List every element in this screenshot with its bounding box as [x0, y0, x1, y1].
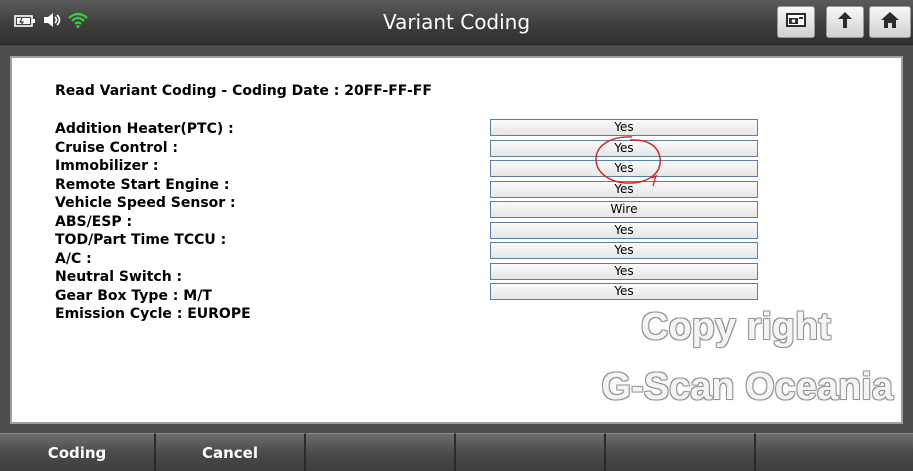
- coding-value-box: Yes: [490, 283, 758, 300]
- back-icon: [835, 11, 855, 33]
- back-button[interactable]: [826, 6, 864, 38]
- coding-label: Addition Heater(PTC) :: [55, 121, 234, 137]
- gear-box-type-text: Gear Box Type : M/T: [55, 287, 212, 304]
- coding-panel: Read Variant Coding - Coding Date : 20FF…: [10, 56, 903, 424]
- footer-bar: Coding Cancel: [0, 433, 913, 471]
- coding-label: Cruise Control :: [55, 139, 178, 156]
- watermark-brand: G-Scan Oceania: [601, 366, 893, 408]
- coding-label: Immobilizer :: [55, 158, 159, 174]
- coding-label: TOD/Part Time TCCU :: [55, 232, 227, 248]
- coding-label: Vehicle Speed Sensor :: [55, 195, 236, 211]
- footer-button-3[interactable]: [306, 433, 456, 471]
- coding-button[interactable]: Coding: [0, 433, 156, 471]
- screenshot-icon: [785, 12, 807, 32]
- footer-button-4[interactable]: [456, 433, 606, 471]
- coding-value-box: Yes: [490, 180, 758, 198]
- home-button[interactable]: [869, 6, 911, 38]
- footer-button-6[interactable]: [756, 433, 913, 471]
- coding-value-box: Yes: [490, 242, 758, 259]
- coding-label: Remote Start Engine :: [55, 176, 230, 193]
- coding-value-box: Yes: [490, 262, 758, 280]
- coding-label: Neutral Switch :: [55, 269, 183, 285]
- coding-value-box: Yes: [490, 160, 758, 177]
- title-bar: Variant Coding: [0, 0, 913, 45]
- watermark-copyright: Copy right: [641, 306, 831, 348]
- coding-values: Yes Yes Yes Yes Wire Yes Yes Yes Yes: [490, 119, 758, 304]
- coding-value-box: Yes: [490, 221, 758, 239]
- cancel-button[interactable]: Cancel: [156, 433, 306, 471]
- screenshot-button[interactable]: [777, 6, 815, 38]
- coding-labels: Addition Heater(PTC) : Cruise Control : …: [55, 120, 251, 324]
- home-icon: [880, 11, 900, 33]
- coding-heading: Read Variant Coding - Coding Date : 20FF…: [55, 83, 432, 99]
- emission-cycle-text: Emission Cycle : EUROPE: [55, 306, 251, 322]
- coding-label: A/C :: [55, 250, 92, 267]
- footer-button-5[interactable]: [606, 433, 756, 471]
- coding-value-box: Wire: [490, 201, 758, 218]
- coding-value-box: Yes: [490, 119, 758, 136]
- coding-value-box: Yes: [490, 139, 758, 157]
- coding-label: ABS/ESP :: [55, 213, 133, 230]
